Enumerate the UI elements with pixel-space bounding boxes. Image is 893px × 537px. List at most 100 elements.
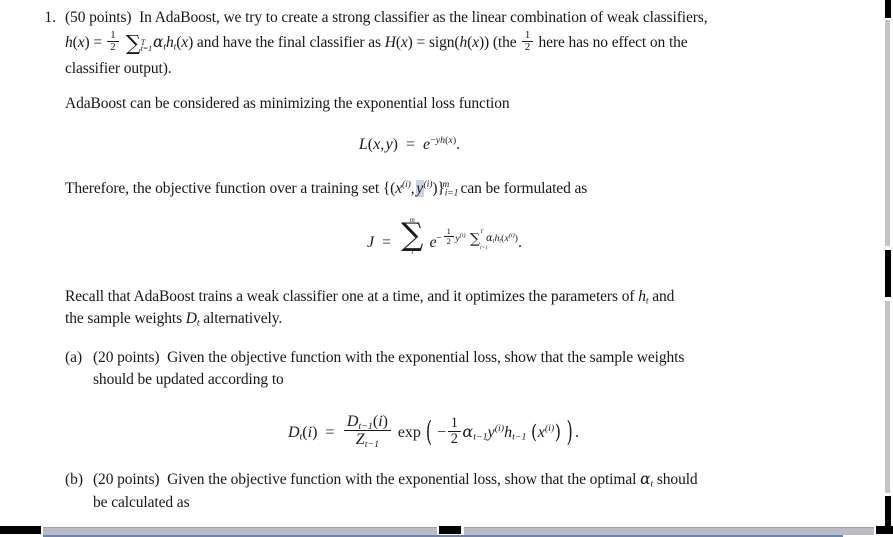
math-J: J — [367, 234, 375, 252]
part-b-points: (20 points) — [93, 471, 160, 489]
set-x-superscript: (i) — [402, 179, 411, 191]
para-recall-line2-before: the sample weights — [65, 310, 183, 328]
problem-1: 1. (50 points) In AdaBoost, we try to cr… — [34, 7, 834, 537]
math-h-t: h — [166, 33, 174, 51]
intro-line2-text-c: here has no effect on the — [538, 33, 688, 51]
math-e-J: e — [429, 234, 437, 252]
part-a: (a) (20 points) Given the objective func… — [65, 347, 834, 449]
scroll-right-arrow[interactable] — [876, 526, 893, 534]
math-D-weights-sub: t — [196, 317, 200, 329]
math-y-exp: y — [487, 423, 495, 441]
D-paren-close: ) — [312, 423, 318, 441]
para-recall-line-2: the sample weights Dt alternatively. — [65, 308, 834, 330]
fraction-D-over-Z: Dt−1(i) Zt−1 — [343, 413, 391, 449]
problem-points: (50 points) — [65, 9, 132, 26]
part-b-text-1-tail: should — [656, 471, 698, 489]
paren-close-4: )) — [478, 33, 490, 51]
part-a-line-1: (20 points) Given the objective function… — [93, 347, 834, 369]
equation-D-period: . — [573, 423, 580, 441]
problem-intro-line-3: classifier output). — [65, 58, 834, 80]
vertical-scroll-thumb[interactable] — [885, 250, 891, 297]
set-y-highlighted: y — [415, 180, 424, 198]
math-H: H — [384, 33, 396, 51]
vertical-scrollbar[interactable] — [882, 0, 893, 526]
math-alpha-optimal: α — [640, 470, 651, 489]
part-a-body: (20 points) Given the objective function… — [93, 347, 834, 449]
paren-close-3: ) — [407, 33, 413, 51]
sigma-glyph-big: ∑ — [401, 216, 424, 253]
part-a-line-2: should be updated according to — [93, 369, 834, 391]
equation-exponential-loss: L(x, y) = e−yh(x). — [65, 136, 834, 154]
exponent-J: −1 2 y(i) ∑ Tt=1 αtht(x(i)) — [436, 225, 518, 251]
math-h: h — [65, 33, 73, 51]
para-objective-before: Therefore, the objective function over a… — [65, 180, 380, 198]
sign-function: sign( — [428, 33, 460, 51]
vertical-scroll-track-upper[interactable] — [885, 20, 890, 246]
math-D-weights: D — [185, 310, 197, 328]
part-a-text-2: should be updated according to — [93, 371, 284, 389]
equals-sign: = — [93, 33, 102, 51]
intro-line3-text: classifier output). — [65, 60, 172, 78]
big-paren-open: ( — [425, 414, 433, 448]
math-h-param: h — [638, 287, 646, 305]
math-x-3: x — [400, 33, 408, 51]
equals-sign-L: = — [402, 136, 420, 154]
math-L: L — [358, 136, 368, 154]
horizontal-scrollbar[interactable] — [0, 526, 893, 537]
part-b-text-2: be calculated as — [93, 493, 190, 511]
part-b-text-1: Given the objective function with the ex… — [167, 471, 637, 489]
para-recall-text: Recall that AdaBoost trains a weak class… — [65, 287, 635, 305]
math-h-param-sub: t — [645, 295, 649, 307]
alpha-optimal-sub: t — [650, 478, 654, 490]
para-objective-after: can be formulated as — [460, 180, 588, 198]
scroll-left-arrow[interactable] — [0, 526, 41, 534]
paren-close: ) — [84, 33, 90, 51]
equals-sign-J: = — [378, 234, 396, 252]
set-notation: {(x(i), y(i))}i=1m — [382, 179, 459, 198]
part-b-line-1: (20 points) Given the objective function… — [93, 469, 834, 491]
set-sup-limit: m — [442, 179, 450, 191]
fraction-denominator: 2 — [110, 41, 116, 54]
equals-sign-2: = — [416, 33, 426, 51]
horizontal-scroll-thumb-right[interactable] — [464, 527, 874, 535]
para-recall-tail: and — [652, 287, 675, 305]
paren-close-L: ) — [392, 136, 398, 154]
part-a-label: (a) — [65, 348, 83, 366]
equation-sample-weights: Dt(i) = Dt−1(i) Zt−1 exp ( −1 2 αt−1y(i)ht… — [93, 413, 834, 449]
para-objective: Therefore, the objective function over a… — [65, 178, 834, 200]
intro-line2-text-b: (the — [492, 33, 517, 51]
h-t1-sub: t−1 — [512, 431, 527, 443]
scroll-up-arrow[interactable] — [885, 0, 891, 18]
problem-intro-line-2: h(x) = 12 ∑ Tt=1 αtht(x) and have the fin… — [65, 29, 834, 57]
para-exponential-loss: AdaBoost can be considered as minimizing… — [65, 93, 834, 115]
para-recall-line-1: Recall that AdaBoost trains a weak class… — [65, 286, 834, 308]
math-x-exp: x — [537, 423, 545, 441]
document-viewer: 1. (50 points) In AdaBoost, we try to cr… — [0, 0, 893, 537]
math-h-2: h — [459, 33, 468, 51]
big-summation: m ∑ i — [401, 216, 424, 256]
math-D-t: D — [287, 423, 300, 441]
problem-intro-text: In AdaBoost, we try to create a strong c… — [139, 9, 708, 26]
math-y-L: y — [385, 136, 393, 154]
math-alpha-t1: α — [462, 421, 474, 441]
paren-close-2: ) — [188, 33, 194, 51]
equals-sign-D: = — [321, 423, 339, 441]
minus-sign-exp: − — [437, 423, 447, 441]
horizontal-scroll-thumb-left[interactable] — [43, 527, 437, 535]
math-x-4: x — [472, 33, 479, 51]
problem-intro-line-1: (50 points) In AdaBoost, we try to creat… — [65, 7, 834, 29]
fraction-D-numerator: Dt−1(i) — [343, 413, 391, 431]
document-page: 1. (50 points) In AdaBoost, we try to cr… — [0, 0, 880, 537]
set-x: x — [395, 180, 403, 198]
fraction-one-half: 12 — [107, 29, 119, 54]
exp-function: exp — [396, 423, 421, 441]
inner-paren-close: ) — [554, 419, 561, 443]
set-brace-open: {( — [382, 180, 396, 198]
set-y-superscript: (i) — [423, 179, 433, 191]
horizontal-scroll-tick[interactable] — [439, 526, 461, 534]
exponent-minus-yhx: −yh(x) — [430, 135, 457, 147]
fraction-one-half-2: 12 — [521, 29, 534, 54]
scroll-down-arrow[interactable] — [885, 496, 891, 526]
vertical-scroll-track-lower[interactable] — [885, 301, 890, 493]
part-a-points: (20 points) — [93, 348, 160, 366]
